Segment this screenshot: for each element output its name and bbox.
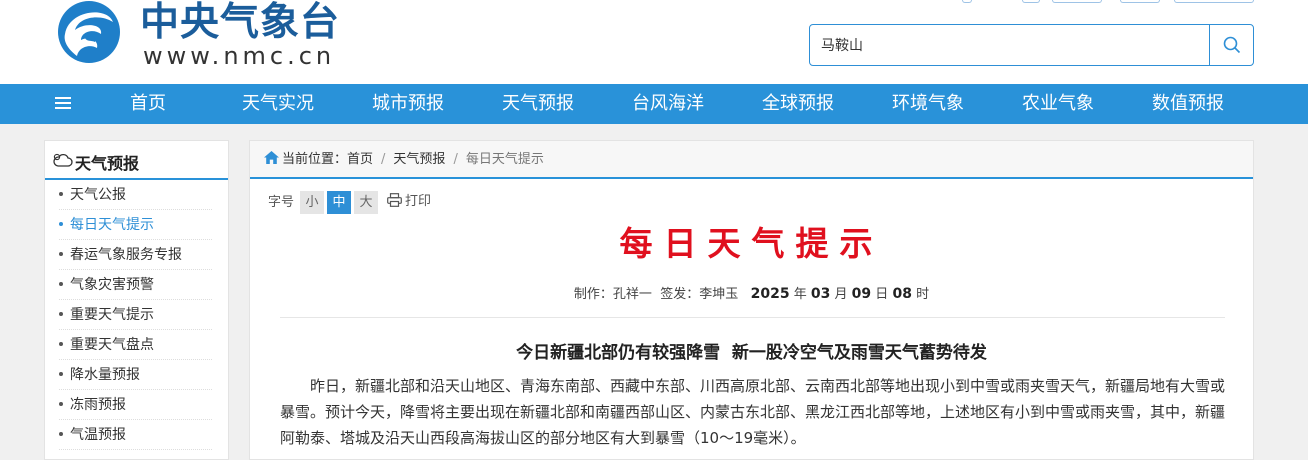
sidebar-item-spring-festival[interactable]: 春运气象服务专报 [59, 240, 212, 270]
main-nav: 首页 天气实况 城市预报 天气预报 台风海洋 全球预报 环境气象 农业气象 数值… [0, 84, 1308, 124]
article-subtitle: 今日新疆北部仍有较强降雪 新一股冷空气及雨雪天气蓄势待发 [516, 343, 987, 363]
font-large-button[interactable]: 大 [354, 190, 379, 214]
search-button[interactable] [1209, 25, 1253, 65]
nav-item-observation[interactable]: 天气实况 [223, 84, 333, 124]
top-link-fragment[interactable] [1174, 0, 1254, 3]
search-input[interactable] [810, 25, 1208, 65]
logo-url[interactable]: www.nmc.cn [143, 42, 335, 70]
article-meta: 制作：孔祥一 签发：李坤玉 2025 年 03 月 09 日 08 时 [250, 283, 1253, 302]
logo-text[interactable]: 中央气象台 [140, 0, 340, 48]
top-link-fragment[interactable] [1022, 0, 1040, 3]
top-link-fragment[interactable] [962, 0, 972, 3]
hamburger-icon[interactable] [55, 97, 71, 111]
signer-label: 签发： [660, 287, 700, 302]
breadcrumb-forecast[interactable]: 天气预报 [393, 152, 445, 167]
hour-unit: 时 [916, 287, 930, 302]
signer: 李坤玉 [699, 287, 739, 302]
date-day: 09 [851, 286, 872, 302]
site-header: 中央气象台 www.nmc.cn [0, 0, 1308, 84]
sidebar-item-label: 冻雨预报 [70, 397, 126, 413]
article-title: 每日天气提示 [619, 224, 884, 263]
search-icon [1223, 36, 1240, 54]
nav-item-global[interactable]: 全球预报 [743, 84, 853, 124]
sidebar-item-label: 每日天气提示 [70, 217, 154, 233]
nmc-logo-icon[interactable] [55, 0, 125, 70]
nav-item-typhoon[interactable]: 台风海洋 [613, 84, 723, 124]
nav-item-numerical[interactable]: 数值预报 [1133, 84, 1243, 124]
font-small-button[interactable]: 小 [300, 190, 325, 214]
breadcrumb-home[interactable]: 首页 [347, 152, 373, 167]
print-label: 打印 [405, 194, 432, 209]
sidebar-item-daily-tips[interactable]: 每日天气提示 [59, 210, 212, 240]
month-unit: 月 [834, 287, 848, 302]
sidebar-header: 天气预报 [45, 141, 228, 180]
sidebar-item-precipitation[interactable]: 降水量预报 [59, 360, 212, 390]
nav-item-environment[interactable]: 环境气象 [873, 84, 983, 124]
breadcrumb: 当前位置：首页 / 天气预报 / 每日天气提示 [250, 141, 1253, 179]
sidebar-item-bulletin[interactable]: 天气公报 [59, 180, 212, 210]
sidebar-item-warnings[interactable]: 气象灾害预警 [59, 270, 212, 300]
sidebar-title: 天气预报 [75, 154, 140, 173]
date-hour: 08 [892, 286, 912, 302]
sidebar-item-label: 气象灾害预警 [70, 277, 154, 293]
nav-item-weather-forecast[interactable]: 天气预报 [483, 84, 593, 124]
sidebar: 天气预报 天气公报 每日天气提示 春运气象服务专报 气象灾害预警 重要天气提示 … [44, 140, 229, 460]
font-medium-button[interactable]: 中 [327, 190, 352, 214]
sidebar-item-important-tips[interactable]: 重要天气提示 [59, 300, 212, 330]
cloud-icon [53, 153, 73, 167]
nav-item-agriculture[interactable]: 农业气象 [1003, 84, 1113, 124]
article-tools: 字号小中大 打印 [268, 190, 431, 214]
year-unit: 年 [793, 287, 807, 302]
author: 孔祥一 [612, 287, 652, 302]
date-month: 03 [810, 286, 831, 302]
home-icon [264, 151, 279, 164]
sidebar-item-review[interactable]: 重要天气盘点 [59, 330, 212, 360]
sidebar-item-label: 春运气象服务专报 [70, 247, 182, 263]
sidebar-item-label: 气温预报 [70, 427, 126, 443]
sidebar-item-freezing-rain[interactable]: 冻雨预报 [59, 390, 212, 420]
divider [280, 317, 1225, 318]
sidebar-item-label: 重要天气盘点 [70, 337, 154, 353]
sidebar-item-label: 重要天气提示 [70, 307, 154, 323]
printer-icon [387, 193, 402, 207]
nav-item-city-forecast[interactable]: 城市预报 [353, 84, 463, 124]
sidebar-item-label: 降水量预报 [70, 367, 140, 383]
top-link-fragment[interactable] [1120, 0, 1160, 3]
date-year: 2025 [750, 286, 790, 302]
author-label: 制作： [573, 287, 613, 302]
search-box [809, 24, 1254, 66]
sidebar-item-temperature[interactable]: 气温预报 [59, 420, 212, 450]
article-paragraph: 昨日，新疆北部和沿天山地区、青海东南部、西藏中东部、川西高原北部、云南西北部等地… [280, 377, 1226, 447]
main-content: 当前位置：首页 / 天气预报 / 每日天气提示 字号小中大 打印 每日天气提示 制作：孔祥… [249, 140, 1254, 460]
nav-item-home[interactable]: 首页 [93, 84, 203, 124]
top-link-fragment[interactable] [1052, 0, 1102, 3]
breadcrumb-current: 每日天气提示 [465, 152, 544, 167]
breadcrumb-prefix: 当前位置： [282, 152, 348, 167]
font-size-label: 字号 [268, 194, 295, 210]
sidebar-item-label: 天气公报 [70, 187, 126, 203]
print-button[interactable]: 打印 [387, 190, 431, 214]
day-unit: 日 [875, 287, 889, 302]
